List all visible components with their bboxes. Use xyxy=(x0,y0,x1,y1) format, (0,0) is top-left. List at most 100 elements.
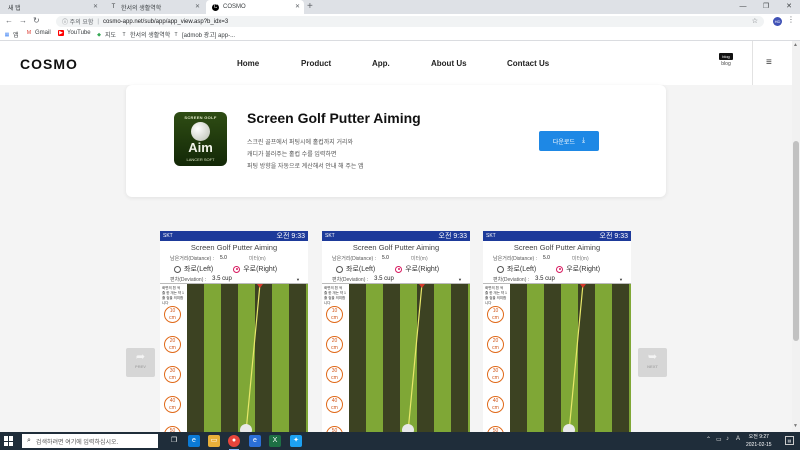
blog-link[interactable]: blog blog xyxy=(718,53,734,67)
distance-label: 남은거리(Distance) : xyxy=(332,255,376,262)
page-scrollbar[interactable]: ▲ ▼ xyxy=(792,41,800,432)
bookmark-apps[interactable]: ▦ 앱 xyxy=(4,30,19,40)
address-bar[interactable]: ⓘ 주의 요함 | cosmo-app.net/sub/app/app_view… xyxy=(56,16,764,27)
radio-left[interactable]: 좌로(Left) xyxy=(336,264,375,274)
forward-icon[interactable]: → xyxy=(19,15,27,27)
tray-chevron-icon[interactable]: ⌃ xyxy=(706,436,711,443)
nav-home[interactable]: Home xyxy=(237,59,259,68)
radio-left-label: 좌로(Left) xyxy=(346,266,376,273)
android-status-bar: SKT 오전 9:33 xyxy=(160,231,308,241)
distance-label: 남은거리(Distance) : xyxy=(493,255,537,262)
bookmark-admob[interactable]: T [admob 광고] app-... xyxy=(173,30,235,40)
radio-circle-icon xyxy=(233,265,241,273)
distance-input[interactable]: 5.0 xyxy=(220,255,227,261)
nav-product[interactable]: Product xyxy=(301,59,331,68)
deviation-row[interactable]: 편차(Deviation) : 3.5 cup ▼ xyxy=(160,275,308,284)
volume-icon[interactable]: ♪ xyxy=(726,436,729,442)
carousel-next-button[interactable]: ➥ NEXT xyxy=(638,348,667,377)
direction-radio-group: 좌로(Left) 우로(Right) xyxy=(483,263,631,275)
radio-right[interactable]: 우로(Right) xyxy=(395,264,439,274)
taskbar-search[interactable]: ⌕ 검색하려면 여기에 입력하십시오. xyxy=(22,434,158,448)
tab-hanseo[interactable]: T 한서의 생활역학 ✕ xyxy=(104,0,204,14)
hamburger-menu-icon[interactable]: ≡ xyxy=(766,57,772,68)
maximize-button[interactable]: ❐ xyxy=(755,0,777,14)
twitter-icon[interactable]: ✦ xyxy=(290,435,302,447)
minimize-button[interactable]: — xyxy=(732,0,754,14)
bookmark-gmail[interactable]: M Gmail xyxy=(26,30,51,36)
deviation-row[interactable]: 편차(Deviation) : 3.5 cup ▼ xyxy=(483,275,631,284)
dropdown-triangle-icon: ▼ xyxy=(296,277,300,282)
nav-contact-us[interactable]: Contact Us xyxy=(507,59,549,68)
radio-right[interactable]: 우로(Right) xyxy=(556,264,600,274)
clock-date: 2021-02-15 xyxy=(746,442,772,448)
radio-circle-icon xyxy=(556,265,564,273)
scrollbar-thumb[interactable] xyxy=(793,141,799,341)
scroll-up-icon[interactable]: ▲ xyxy=(793,42,798,48)
radio-right[interactable]: 우로(Right) xyxy=(233,264,277,274)
tab-new-tab[interactable]: 새 탭 ✕ xyxy=(2,0,102,14)
task-view-icon[interactable]: ❐ xyxy=(168,435,180,447)
profile-avatar[interactable]: HD xyxy=(773,17,782,26)
ime-icon[interactable]: A xyxy=(736,436,740,442)
radio-right-label: 우로(Right) xyxy=(243,266,278,273)
download-button[interactable]: 다운로드 ⤓ xyxy=(539,131,599,151)
gmail-icon: M xyxy=(26,30,32,36)
radio-circle-icon xyxy=(174,265,181,273)
edge-icon[interactable]: e xyxy=(188,435,200,447)
chrome-icon[interactable]: ● xyxy=(228,435,240,450)
radio-right-label: 우로(Right) xyxy=(405,266,440,273)
back-icon[interactable]: ← xyxy=(5,15,13,27)
app-screenshot[interactable]: SKT 오전 9:33 Screen Golf Putter Aiming 남은거리(… xyxy=(483,231,631,432)
site-logo[interactable]: COSMO xyxy=(20,56,78,72)
distance-unit-label: 미터(m) xyxy=(410,255,428,262)
notification-icon[interactable]: ▤ xyxy=(785,436,794,445)
app-icon-center: Aim xyxy=(188,140,213,155)
close-icon[interactable]: ✕ xyxy=(295,3,300,10)
carousel-prev-button[interactable]: ➦ PREV xyxy=(126,348,155,377)
app-screenshot[interactable]: SKT 오전 9:33 Screen Golf Putter Aiming 남은거리(… xyxy=(322,231,470,432)
close-window-button[interactable]: ✕ xyxy=(778,0,800,14)
radio-left[interactable]: 좌로(Left) xyxy=(174,264,213,274)
distance-input[interactable]: 5.0 xyxy=(543,255,550,261)
radio-left[interactable]: 좌로(Left) xyxy=(497,264,536,274)
close-icon[interactable]: ✕ xyxy=(195,3,200,10)
excel-icon[interactable]: X xyxy=(269,435,281,447)
app-description-line: 스크린 골프에서 퍼팅시에 홀컵까지 거리와 xyxy=(247,140,354,146)
reload-icon[interactable]: ↻ xyxy=(33,15,40,27)
distance-label: 남은거리(Distance) : xyxy=(170,255,214,262)
tab-cosmo[interactable]: C COSMO ✕ xyxy=(206,0,304,14)
aim-line xyxy=(240,284,263,432)
windows-start-icon[interactable] xyxy=(4,436,14,446)
close-icon[interactable]: ✕ xyxy=(93,3,98,10)
app-icon-maker: LANCER SOFT xyxy=(186,157,215,162)
deviation-select[interactable]: 3.5 cup xyxy=(374,276,394,282)
bookmark-label: 지도 xyxy=(105,33,117,39)
deviation-select[interactable]: 3.5 cup xyxy=(212,276,232,282)
app-description-line: 퍼팅 방향을 자동으로 계산해서 안내 해 주는 앱 xyxy=(247,164,364,170)
app-screenshot[interactable]: SKT 오전 9:33 Screen Golf Putter Aiming 남은거리(… xyxy=(160,231,308,432)
aim-line xyxy=(402,284,425,432)
menu-kebab-icon[interactable]: ⋮ xyxy=(787,15,795,24)
nav-app[interactable]: App. xyxy=(372,59,390,68)
ie-icon[interactable]: e xyxy=(249,435,261,447)
bookmark-hanseo[interactable]: T 한서의 생활역학 xyxy=(121,30,170,40)
cosmo-favicon-icon: C xyxy=(212,3,219,11)
file-explorer-icon[interactable]: ▭ xyxy=(208,435,220,447)
new-tab-button[interactable]: + xyxy=(307,1,313,12)
app-description-line: 캐디가 불러주는 홀컵 수를 입력하면 xyxy=(247,152,337,158)
nav-about-us[interactable]: About Us xyxy=(431,59,467,68)
app-title: Screen Golf Putter Aiming xyxy=(247,110,421,126)
distance-input[interactable]: 5.0 xyxy=(382,255,389,261)
deviation-select[interactable]: 3.5 cup xyxy=(535,276,555,282)
direction-radio-group: 좌로(Left) 우로(Right) xyxy=(160,263,308,275)
scroll-down-icon[interactable]: ▼ xyxy=(793,423,798,429)
app-card: SCREEN GOLF Aim LANCER SOFT Screen Golf … xyxy=(126,85,666,197)
status-time: 오전 9:33 xyxy=(438,233,467,240)
deviation-row[interactable]: 편차(Deviation) : 3.5 cup ▼ xyxy=(322,275,470,284)
bookmark-label: 앱 xyxy=(13,33,19,39)
bookmark-maps[interactable]: ◆ 지도 xyxy=(96,30,117,40)
bookmark-youtube[interactable]: ▶ YouTube xyxy=(58,30,91,36)
network-icon[interactable]: ▭ xyxy=(716,436,722,443)
bookmark-star-icon[interactable]: ☆ xyxy=(752,17,758,25)
taskbar-clock[interactable]: 오전 9:27 2021-02-15 xyxy=(746,433,772,449)
